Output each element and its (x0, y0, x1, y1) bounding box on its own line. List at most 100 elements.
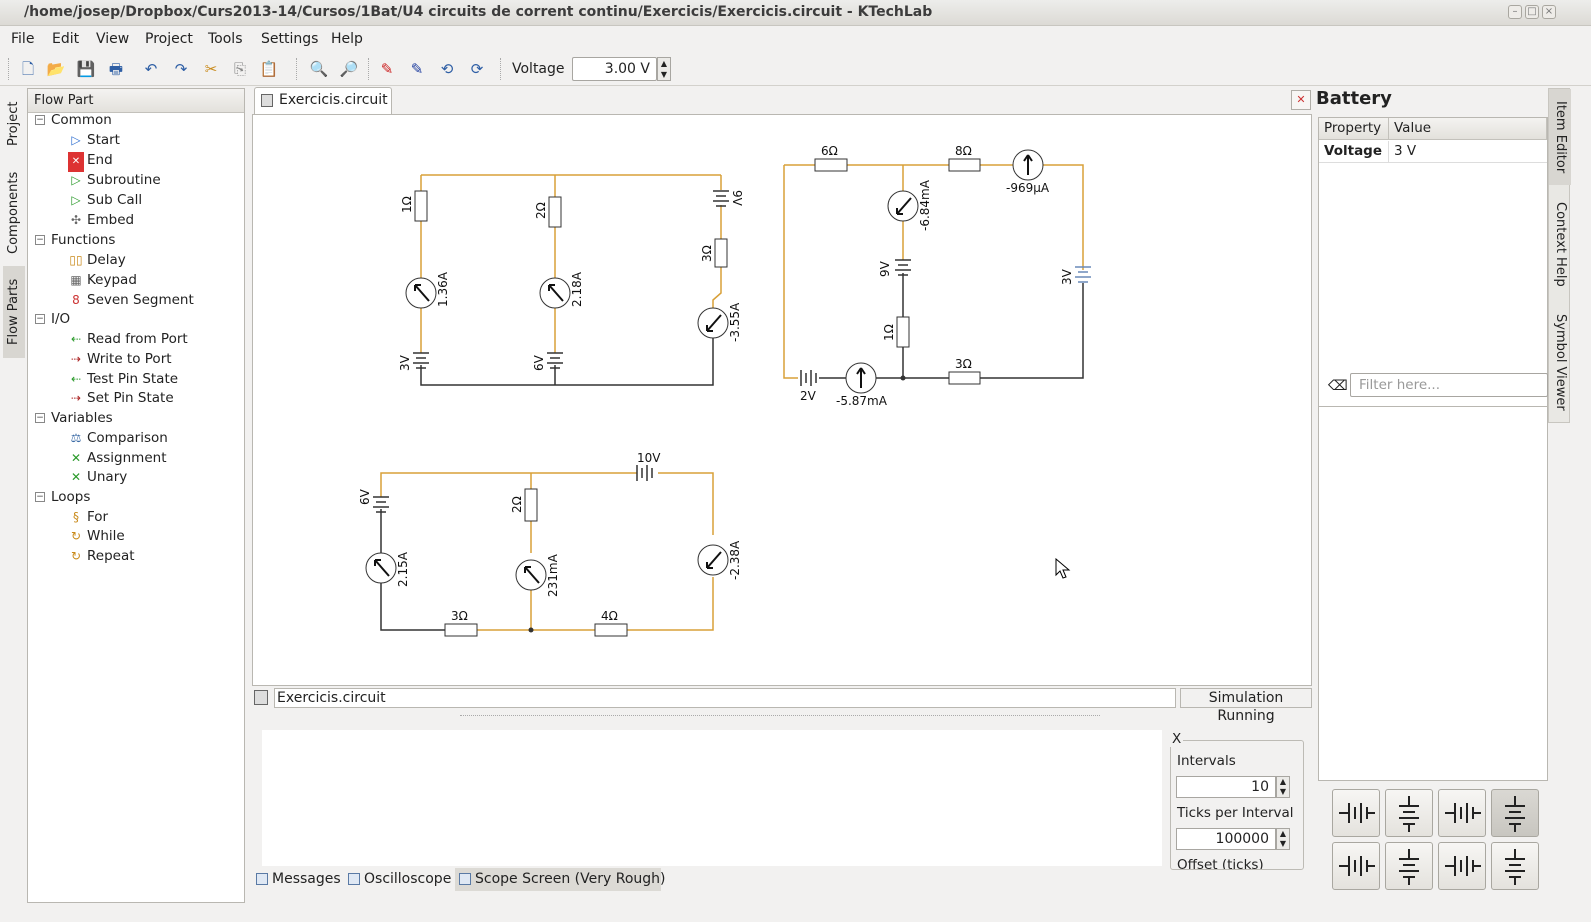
tab-flow-parts[interactable]: Flow Parts (3, 266, 25, 358)
voltage-spinner[interactable]: ▲ ▼ (657, 57, 671, 81)
tab-messages[interactable]: Messages (252, 868, 342, 891)
zoom-out-icon[interactable]: 🔎 (338, 58, 360, 80)
collapse-icon[interactable]: − (35, 314, 45, 324)
save-icon[interactable]: 💾 (75, 58, 97, 80)
item-for[interactable]: § For (68, 507, 243, 527)
menu-edit[interactable]: Edit (52, 31, 79, 47)
tab-scope-screen[interactable]: Scope Screen (Very Rough) (455, 868, 666, 891)
battery-symbol-4-selected[interactable] (1491, 789, 1539, 837)
save-status-icon[interactable] (254, 690, 268, 705)
tab-symbol-viewer[interactable]: Symbol Viewer (1549, 303, 1571, 421)
item-start[interactable]: ▷ Start (68, 130, 243, 150)
property-voltage-value[interactable]: 3 V (1389, 141, 1547, 163)
close-icon[interactable]: × (1542, 5, 1556, 19)
group-io[interactable]: − I/O (35, 309, 243, 329)
group-functions[interactable]: − Functions (35, 230, 243, 250)
battery[interactable] (800, 370, 817, 386)
redo-icon[interactable]: ↷ (170, 58, 192, 80)
item-keypad[interactable]: ▦ Keypad (68, 270, 243, 290)
item-read-from-port[interactable]: ⇠ Read from Port (68, 329, 243, 349)
resistor-2ohm[interactable] (524, 488, 538, 522)
item-test-pin-state[interactable]: ⇠ Test Pin State (68, 369, 243, 389)
collapse-icon[interactable]: − (35, 492, 45, 502)
maximize-icon[interactable]: □ (1525, 5, 1539, 19)
tab-item-editor[interactable]: Item Editor (1549, 89, 1571, 185)
copy-icon[interactable]: ⎘ (229, 58, 251, 80)
resistor-3ohm[interactable] (444, 623, 478, 637)
item-seven-segment[interactable]: 8 Seven Segment (68, 290, 243, 310)
battery-symbol-8[interactable] (1491, 842, 1539, 890)
splitter-handle[interactable] (460, 715, 1100, 716)
item-repeat[interactable]: ↻ Repeat (68, 546, 243, 566)
ticks-input[interactable]: 100000 (1176, 828, 1276, 850)
tab-components[interactable]: Components (3, 164, 25, 262)
group-common[interactable]: − Common (35, 110, 243, 130)
battery-symbol-7[interactable] (1438, 842, 1486, 890)
battery[interactable] (895, 259, 911, 276)
resistor-1ohm[interactable] (896, 316, 910, 348)
collapse-icon[interactable]: − (35, 235, 45, 245)
battery[interactable] (713, 190, 729, 207)
menu-settings[interactable]: Settings (261, 31, 318, 47)
menu-file[interactable]: File (11, 31, 34, 47)
rotate-ccw-icon[interactable]: ⟲ (436, 58, 458, 80)
item-assignment[interactable]: ✕ Assignment (68, 448, 243, 468)
item-delay[interactable]: ▯▯ Delay (68, 250, 243, 270)
battery-symbol-3[interactable] (1438, 789, 1486, 837)
circuit-canvas[interactable]: 1Ω 2Ω 3Ω 1.36A 2.18A -3.55A 3V 6V 9V 6Ω … (252, 114, 1312, 686)
resistor-4ohm[interactable] (594, 623, 628, 637)
intervals-input[interactable]: 10 (1176, 776, 1276, 798)
minimize-icon[interactable]: – (1508, 5, 1522, 19)
voltage-input[interactable]: 3.00 V (572, 57, 657, 81)
item-subroutine[interactable]: ▷ Subroutine (68, 170, 243, 190)
rotate-cw-icon[interactable]: ⟳ (466, 58, 488, 80)
new-file-icon[interactable]: 🗋 (17, 58, 39, 80)
battery-symbol-1[interactable] (1332, 789, 1380, 837)
item-unary[interactable]: ✕ Unary (68, 467, 243, 487)
resistor-3ohm[interactable] (714, 238, 728, 268)
battery-symbol-5[interactable] (1332, 842, 1380, 890)
resistor-2ohm[interactable] (548, 196, 562, 228)
collapse-icon[interactable]: − (35, 115, 45, 125)
undo-icon[interactable]: ↶ (140, 58, 162, 80)
tab-oscilloscope[interactable]: Oscilloscope (344, 868, 452, 891)
paste-icon[interactable]: 📋 (258, 58, 280, 80)
pen-red-icon[interactable]: ✎ (376, 58, 398, 80)
print-icon[interactable]: 🖶 (105, 58, 127, 80)
item-while[interactable]: ↻ While (68, 526, 243, 546)
item-write-to-port[interactable]: ⇢ Write to Port (68, 349, 243, 369)
ticks-spinner[interactable]: ▲ ▼ (1276, 828, 1290, 850)
battery[interactable] (636, 465, 653, 481)
document-tab[interactable]: Exercicis.circuit (254, 87, 392, 114)
battery-symbol-6[interactable] (1385, 842, 1433, 890)
junction (900, 375, 906, 381)
menu-help[interactable]: Help (331, 31, 363, 47)
group-variables[interactable]: − Variables (35, 408, 243, 428)
pen-blue-icon[interactable]: ✎ (406, 58, 428, 80)
intervals-spinner[interactable]: ▲ ▼ (1276, 776, 1290, 798)
item-end[interactable]: ✕ End (68, 150, 243, 172)
tab-context-help[interactable]: Context Help (1549, 189, 1571, 299)
group-loops[interactable]: − Loops (35, 487, 243, 507)
resistor-6ohm[interactable] (814, 158, 848, 172)
resistor-1ohm[interactable] (414, 190, 428, 222)
clear-filter-icon[interactable]: ⌫ (1328, 378, 1348, 394)
menu-project[interactable]: Project (145, 31, 193, 47)
battery-symbol-2[interactable] (1385, 789, 1433, 837)
tab-project[interactable]: Project (3, 88, 25, 160)
resistor-8ohm[interactable] (948, 158, 981, 172)
zoom-in-icon[interactable]: 🔍 (308, 58, 330, 80)
menu-tools[interactable]: Tools (208, 31, 243, 47)
item-comparison[interactable]: ⚖ Comparison (68, 428, 243, 448)
menu-view[interactable]: View (96, 31, 129, 47)
close-document-icon[interactable]: ✕ (1291, 90, 1311, 110)
messages-icon (256, 873, 268, 885)
collapse-icon[interactable]: − (35, 413, 45, 423)
item-set-pin-state[interactable]: ⇢ Set Pin State (68, 388, 243, 408)
open-file-icon[interactable]: 📂 (45, 58, 67, 80)
filter-input[interactable]: Filter here... (1350, 373, 1548, 397)
item-embed[interactable]: ✣ Embed (68, 210, 243, 230)
cut-icon[interactable]: ✂ (200, 58, 222, 80)
item-sub-call[interactable]: ▷ Sub Call (68, 190, 243, 210)
resistor-3ohm[interactable] (948, 371, 981, 385)
